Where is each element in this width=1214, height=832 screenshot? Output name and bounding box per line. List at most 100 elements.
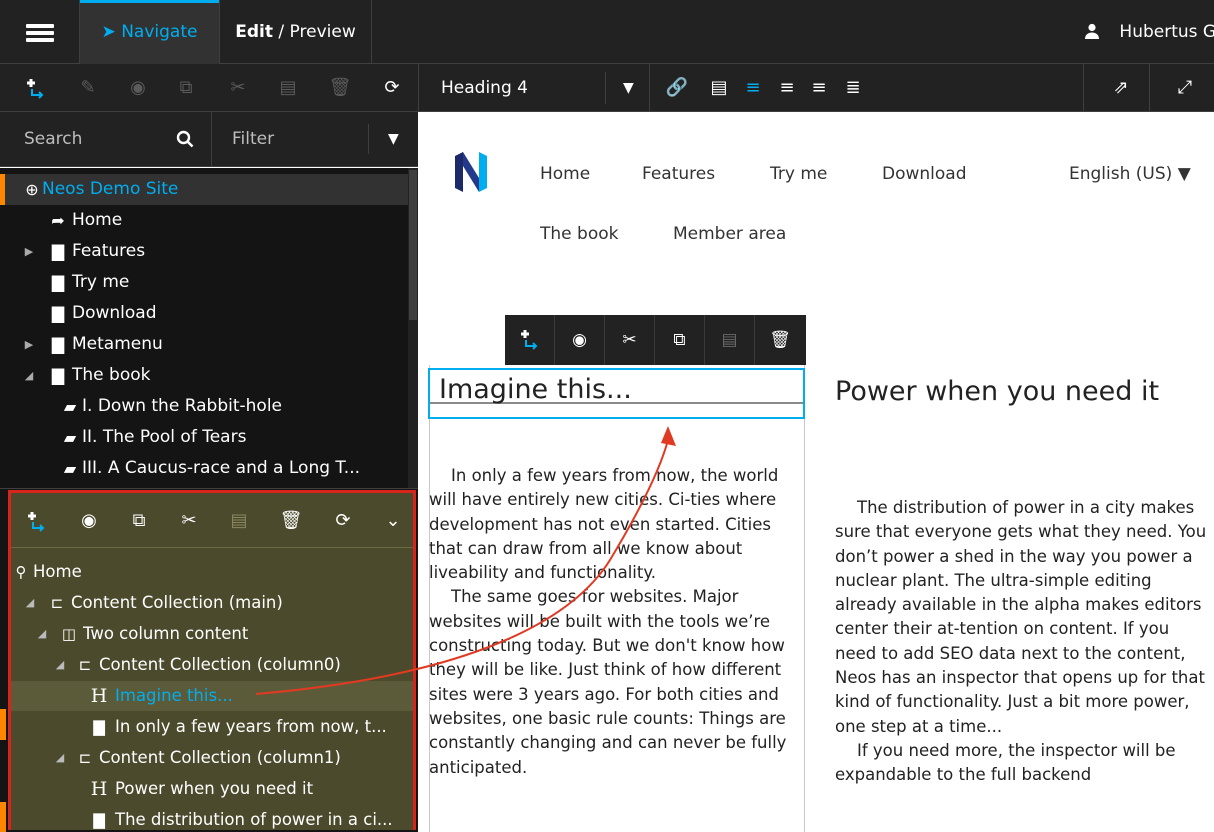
file-icon: ▇ xyxy=(51,304,65,323)
refresh-button[interactable]: ⟳ xyxy=(380,76,404,100)
copy-button[interactable]: ⧉ xyxy=(127,509,151,533)
content-item-home[interactable]: ⚲ Home xyxy=(11,557,413,587)
content-item-heading-imagine[interactable]: H Imagine this... xyxy=(11,681,413,711)
paragraph-style-select[interactable]: Heading 4 xyxy=(441,64,528,112)
delete-trash-button[interactable]: 🗑 xyxy=(755,315,805,365)
language-select[interactable]: English (US) ▼ xyxy=(1069,164,1191,184)
content-item-text-2[interactable]: ▇ The distribution of power in a ci... xyxy=(11,805,413,832)
collapse-panel-icon[interactable]: ⌄ xyxy=(381,509,405,533)
menu-toggle-button[interactable] xyxy=(0,0,80,64)
neos-logo[interactable] xyxy=(453,152,489,192)
add-node-button[interactable] xyxy=(24,76,48,100)
toolbar-separator xyxy=(1149,64,1150,112)
column-0-text[interactable]: In only a few years from now, the world … xyxy=(429,464,805,780)
paste-formatting-icon[interactable]: ▤ xyxy=(707,76,731,100)
delete-trash-button[interactable]: 🗑 xyxy=(328,76,352,100)
cut-scissors-button[interactable]: ✂ xyxy=(177,509,201,533)
collapse-arrow-icon[interactable]: ◢ xyxy=(22,360,36,391)
paste-button[interactable]: ▤ xyxy=(705,315,755,365)
content-item-label: Content Collection (column0) xyxy=(99,655,341,674)
page-tree: ⊕ Neos Demo Site ➦ Home ▶ ▇ Features ▇ T… xyxy=(0,168,418,488)
collapse-arrow-icon[interactable]: ◢ xyxy=(35,619,49,649)
site-menu-download[interactable]: Download xyxy=(882,164,967,184)
caret-down-icon[interactable]: ▼ xyxy=(388,112,399,167)
tree-item-label: The book xyxy=(72,365,151,385)
folder-icon: ⊏ xyxy=(50,594,64,612)
refresh-button[interactable]: ⟳ xyxy=(331,509,355,533)
content-item-collection-main[interactable]: ◢ ⊏ Content Collection (main) xyxy=(11,588,413,618)
tree-item-chapter-1[interactable]: ▰ I. Down the Rabbit-hole xyxy=(0,391,408,422)
folder-icon: ⊏ xyxy=(78,749,92,767)
page-preview: Home Features Try me Download The book M… xyxy=(419,112,1214,832)
site-menu-home[interactable]: Home xyxy=(540,164,590,184)
tree-item-chapter-2[interactable]: ▰ II. The Pool of Tears xyxy=(0,422,408,453)
content-item-heading-power[interactable]: H Power when you need it xyxy=(11,774,413,804)
tree-item-site-root[interactable]: ⊕ Neos Demo Site xyxy=(0,174,408,205)
column-1-text[interactable]: The distribution of power in a city make… xyxy=(835,496,1214,788)
fullscreen-icon[interactable]: ⤢ xyxy=(1173,76,1197,100)
tree-item-home[interactable]: ➦ Home xyxy=(0,205,408,236)
edit-pencil-button[interactable]: ✎ xyxy=(76,76,100,100)
tab-navigate[interactable]: ➤ Navigate xyxy=(80,0,220,64)
align-center-icon[interactable]: ≡ xyxy=(775,76,799,100)
columns-icon: ◫ xyxy=(61,625,77,643)
tree-item-label: III. A Caucus-race and a Long T... xyxy=(82,458,361,478)
tree-item-chapter-3[interactable]: ▰ III. A Caucus-race and a Long T... xyxy=(0,453,408,484)
search-bar: Search Filter ▼ xyxy=(0,112,418,167)
content-item-label: Content Collection (main) xyxy=(71,593,283,612)
align-justify-icon[interactable]: ≣ xyxy=(841,76,865,100)
collapse-arrow-icon[interactable]: ◢ xyxy=(53,650,67,680)
open-external-icon[interactable]: ⇗ xyxy=(1109,76,1133,100)
add-node-button[interactable] xyxy=(25,509,49,533)
expand-arrow-icon[interactable]: ▶ xyxy=(22,236,36,267)
add-node-button[interactable] xyxy=(505,315,555,365)
tab-edit-label: Edit xyxy=(235,22,274,42)
cut-scissors-button[interactable]: ✂ xyxy=(226,76,250,100)
tree-item-download[interactable]: ▇ Download xyxy=(0,298,408,329)
content-item-collection-column1[interactable]: ◢ ⊏ Content Collection (column1) xyxy=(11,743,413,773)
search-input[interactable]: Search xyxy=(0,112,212,167)
expand-arrow-icon[interactable]: ▶ xyxy=(22,329,36,360)
content-item-text-1[interactable]: ▇ In only a few years from now, t... xyxy=(11,712,413,742)
tree-item-metamenu[interactable]: ▶ ▇ Metamenu xyxy=(0,329,408,360)
collapse-arrow-icon[interactable]: ◢ xyxy=(53,743,67,773)
site-menu-member-area[interactable]: Member area xyxy=(673,224,786,244)
hide-eye-button[interactable]: ◉ xyxy=(126,76,150,100)
user-menu[interactable]: Hubertus G xyxy=(1084,0,1214,64)
tree-item-the-book[interactable]: ◢ ▇ The book xyxy=(0,360,408,391)
book-icon: ▰ xyxy=(63,459,77,478)
link-icon[interactable]: 🔗 xyxy=(665,76,689,100)
page-tree-scroll-thumb[interactable] xyxy=(409,170,417,320)
paste-button[interactable]: ▤ xyxy=(276,76,300,100)
site-menu-the-book[interactable]: The book xyxy=(540,224,618,244)
hide-eye-button[interactable]: ◉ xyxy=(77,509,101,533)
site-menu-features[interactable]: Features xyxy=(642,164,715,184)
file-icon: ▇ xyxy=(51,335,65,354)
align-right-icon[interactable]: ≡ xyxy=(807,76,831,100)
cut-scissors-button[interactable]: ✂ xyxy=(605,315,655,365)
content-item-label: Home xyxy=(33,562,82,581)
paragraph: The same goes for websites. Major websit… xyxy=(429,587,787,777)
toolbar-separator xyxy=(649,64,650,112)
heading-imagine[interactable]: Imagine this... xyxy=(439,374,632,405)
copy-button[interactable]: ⧉ xyxy=(174,76,198,100)
content-item-two-column[interactable]: ◢ ◫ Two column content xyxy=(11,619,413,649)
content-item-collection-column0[interactable]: ◢ ⊏ Content Collection (column0) xyxy=(11,650,413,680)
hide-eye-button[interactable]: ◉ xyxy=(555,315,605,365)
node-toolbar: ◉ ✂ ⧉ ▤ 🗑 xyxy=(505,315,806,365)
delete-trash-button[interactable]: 🗑 xyxy=(279,509,303,533)
tab-edit-preview[interactable]: Edit / Preview xyxy=(220,0,372,64)
file-icon: ▇ xyxy=(51,242,65,261)
collapse-arrow-icon[interactable]: ◢ xyxy=(23,588,37,618)
heading-power[interactable]: Power when you need it xyxy=(835,374,1195,409)
tree-item-features[interactable]: ▶ ▇ Features xyxy=(0,236,408,267)
filter-placeholder: Filter xyxy=(232,129,275,149)
tree-item-label: Metamenu xyxy=(72,334,163,354)
paste-button[interactable]: ▤ xyxy=(227,509,251,533)
tree-item-try-me[interactable]: ▇ Try me xyxy=(0,267,408,298)
site-menu-try-me[interactable]: Try me xyxy=(770,164,827,184)
copy-button[interactable]: ⧉ xyxy=(655,315,705,365)
caret-down-icon[interactable]: ▼ xyxy=(623,64,634,112)
content-item-label: Two column content xyxy=(83,624,249,643)
align-left-icon[interactable]: ≡ xyxy=(741,76,765,100)
